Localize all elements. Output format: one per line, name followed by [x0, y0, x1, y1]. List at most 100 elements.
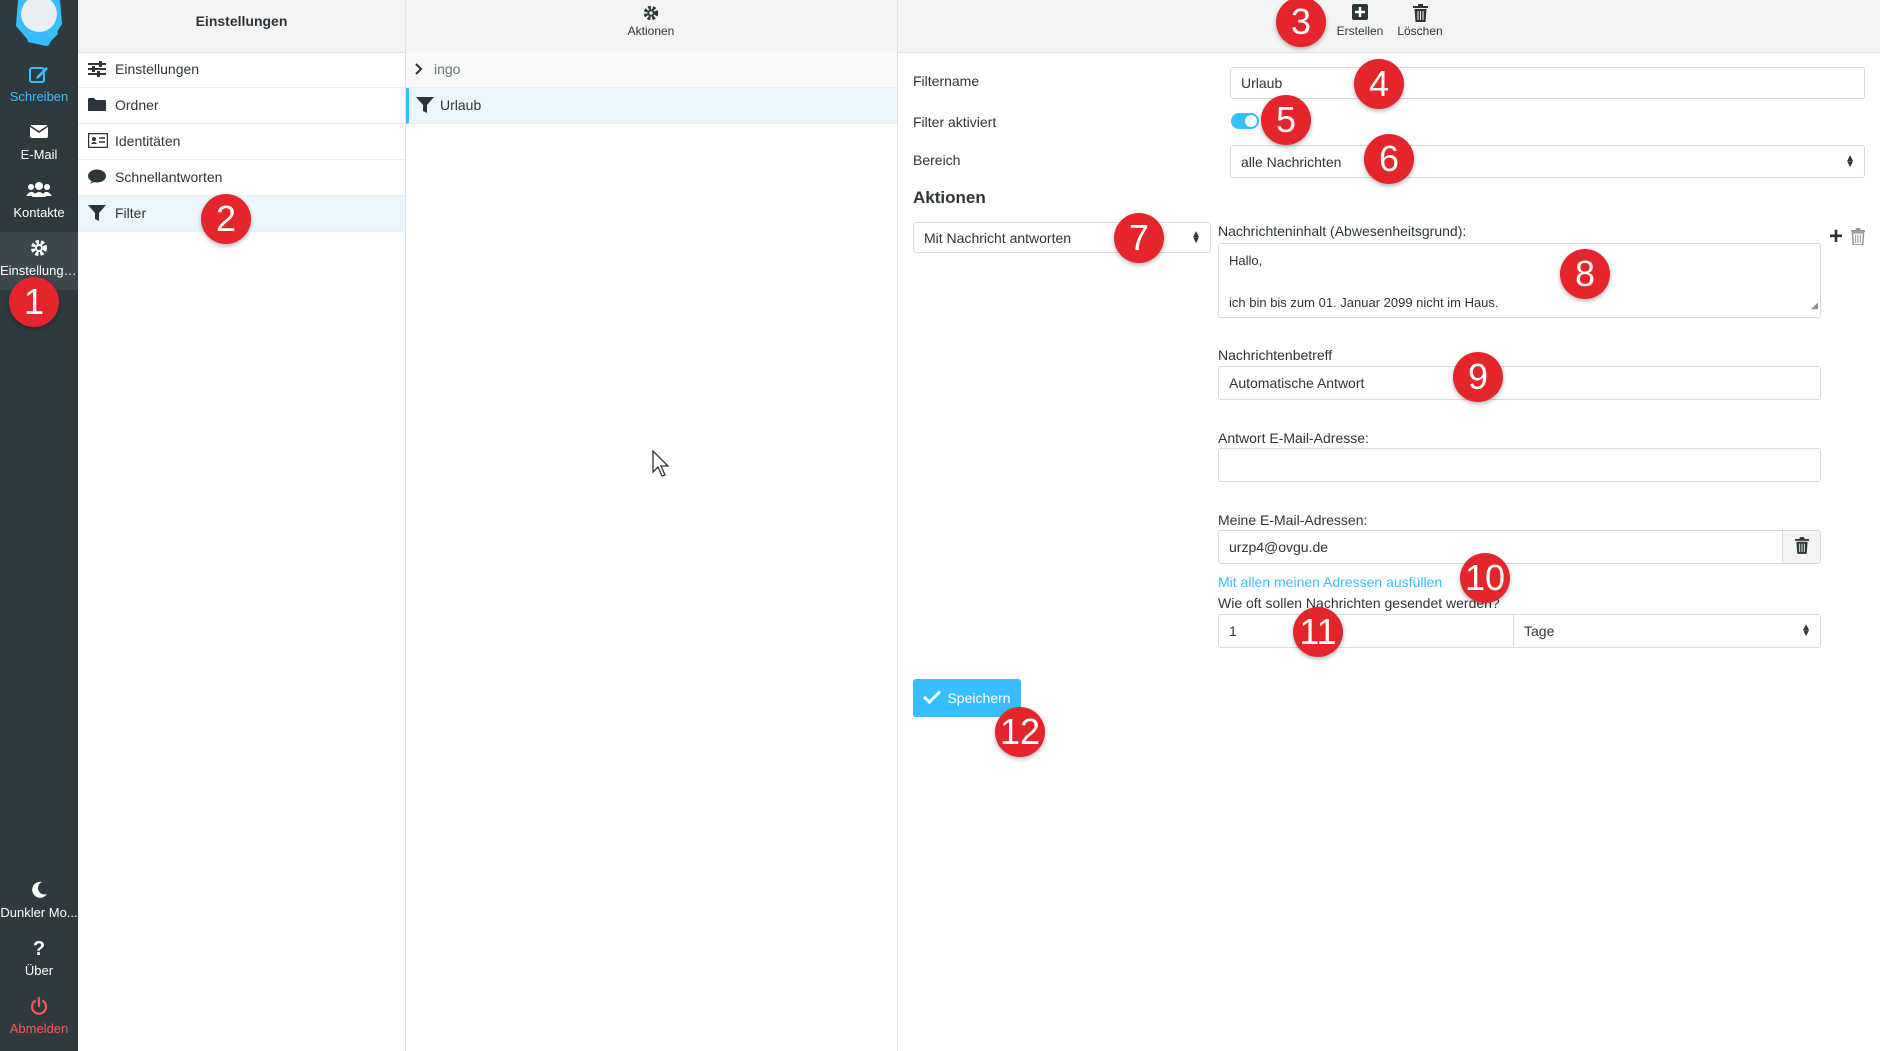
resize-handle-icon[interactable]: ◢: [1811, 295, 1818, 316]
my-addresses-label: Meine E-Mail-Adressen:: [1218, 512, 1368, 528]
section-preferences[interactable]: Einstellungen: [78, 52, 405, 88]
nav-dark-mode[interactable]: Dunkler Mo...: [0, 874, 78, 932]
frequency-label: Wie oft sollen Nachrichten gesendet werd…: [1218, 595, 1500, 611]
sliders-icon: [88, 61, 108, 79]
callout-7: 7: [1114, 213, 1164, 263]
actions-menu-label: Aktionen: [627, 24, 675, 38]
remove-address-button[interactable]: [1782, 530, 1821, 564]
section-identities-label: Identitäten: [115, 133, 181, 149]
message-body-textarea[interactable]: Hallo, ich bin bis zum 01. Januar 2099 n…: [1218, 243, 1821, 318]
filter-list-header: Aktionen: [406, 0, 897, 53]
my-address-value: urzp4@ovgu.de: [1229, 539, 1329, 555]
nav-logout-label: Abmelden: [9, 1021, 69, 1036]
nav-settings-label: Einstellungen: [0, 263, 78, 278]
nav-contacts-label: Kontakte: [13, 205, 65, 220]
reply-address-label: Antwort E-Mail-Adresse:: [1218, 430, 1369, 446]
trash-icon: [1851, 228, 1865, 249]
message-body-line2: ich bin bis zum 01. Januar 2099 nicht im…: [1229, 295, 1499, 310]
comment-icon: [88, 169, 108, 187]
filtername-label: Filtername: [913, 73, 980, 89]
id-card-icon: [87, 132, 109, 151]
contacts-icon: [0, 180, 78, 202]
nav-dark-mode-label: Dunkler Mo...: [0, 905, 78, 920]
scope-select[interactable]: alle Nachrichten ▲ ▼: [1230, 145, 1865, 178]
subject-input[interactable]: Automatische Antwort: [1218, 366, 1821, 400]
create-button[interactable]: Erstellen: [1332, 2, 1388, 38]
mouse-cursor: [652, 449, 670, 482]
question-icon: ?: [32, 938, 46, 960]
select-arrows-icon: ▲ ▼: [1191, 228, 1201, 246]
filter-icon: [416, 97, 436, 115]
filter-group-toggle[interactable]: ingo: [406, 52, 897, 88]
section-folders[interactable]: Ordner: [78, 88, 405, 124]
callout-8: 8: [1560, 249, 1610, 299]
callout-6: 6: [1364, 134, 1414, 184]
select-arrows-icon: ▲ ▼: [1845, 152, 1855, 170]
fill-all-addresses-link[interactable]: Mit allen meinen Adressen ausfüllen: [1218, 574, 1442, 590]
check-icon: [923, 689, 942, 707]
delete-label: Löschen: [1397, 24, 1443, 38]
nav-compose[interactable]: Schreiben: [0, 58, 78, 116]
callout-4: 4: [1354, 59, 1404, 109]
power-icon: [0, 996, 78, 1018]
gear-icon: [0, 238, 78, 260]
folder-icon: [88, 97, 108, 115]
callout-11: 11: [1293, 607, 1343, 657]
action-type-value: Mit Nachricht antworten: [924, 229, 1072, 246]
nav-about-label: Über: [24, 963, 54, 978]
subject-value: Automatische Antwort: [1229, 375, 1365, 391]
frequency-input[interactable]: 1: [1218, 614, 1514, 648]
section-responses-label: Schnellantworten: [115, 169, 223, 185]
trash-icon: [1392, 4, 1448, 24]
filter-icon: [88, 205, 108, 223]
app-logo: [12, 0, 66, 46]
nav-logout[interactable]: Abmelden: [0, 990, 78, 1048]
compose-icon: [0, 64, 78, 86]
add-action-button[interactable]: +: [1829, 225, 1843, 249]
actions-menu-button[interactable]: Aktionen: [611, 2, 691, 38]
settings-sections-panel: Einstellungen Einstellungen Ordner Ident…: [78, 0, 406, 1051]
callout-5: 5: [1261, 95, 1311, 145]
envelope-icon: [0, 122, 78, 144]
filter-enabled-toggle[interactable]: [1231, 113, 1259, 129]
section-responses[interactable]: Schnellantworten: [78, 160, 405, 196]
select-arrows-icon: ▲ ▼: [1801, 622, 1811, 639]
callout-1: 1: [9, 277, 59, 327]
callout-10: 10: [1460, 553, 1510, 603]
reply-address-input[interactable]: [1218, 448, 1821, 482]
section-filters-label: Filter: [115, 205, 147, 221]
filtername-input[interactable]: Urlaub: [1230, 67, 1865, 99]
message-body-label: Nachrichteninhalt (Abwesenheitsgrund):: [1218, 223, 1467, 239]
frequency-unit-select[interactable]: Tage ▲ ▼: [1513, 614, 1821, 648]
section-identities[interactable]: Identitäten: [78, 124, 405, 160]
callout-2: 2: [201, 194, 251, 244]
nav-about[interactable]: ? Über: [0, 932, 78, 990]
filter-item-urlaub[interactable]: Urlaub: [406, 88, 897, 124]
nav-contacts[interactable]: Kontakte: [0, 174, 78, 232]
plus-square-icon: [1332, 4, 1388, 24]
scope-value: alle Nachrichten: [1241, 153, 1342, 170]
toggle-knob: [1245, 115, 1257, 127]
nav-mail-label: E-Mail: [20, 147, 58, 162]
frequency-unit-value: Tage: [1524, 623, 1555, 639]
chevron-right-icon: [414, 62, 434, 80]
remove-action-button[interactable]: [1851, 228, 1865, 249]
scope-label: Bereich: [913, 152, 961, 168]
moon-icon: [0, 880, 78, 902]
filter-item-label: Urlaub: [440, 97, 482, 113]
section-preferences-label: Einstellungen: [115, 61, 200, 77]
action-type-select[interactable]: Mit Nachricht antworten ▲ ▼: [913, 222, 1211, 253]
main-navigation: Schreiben E-Mail Kontakte Einstellungen …: [0, 0, 78, 1051]
settings-title: Einstellungen: [195, 13, 288, 29]
frequency-value: 1: [1229, 623, 1237, 639]
save-label: Speichern: [947, 690, 1011, 706]
filter-group-label: ingo: [434, 61, 461, 77]
callout-12: 12: [995, 707, 1045, 757]
nav-mail[interactable]: E-Mail: [0, 116, 78, 174]
delete-button[interactable]: Löschen: [1392, 2, 1448, 38]
editor-toolbar: Erstellen Löschen: [898, 0, 1880, 53]
gear-icon: [611, 4, 691, 24]
trash-icon: [1794, 537, 1809, 557]
filtername-value: Urlaub: [1241, 75, 1283, 91]
filter-enabled-label: Filter aktiviert: [913, 114, 997, 130]
